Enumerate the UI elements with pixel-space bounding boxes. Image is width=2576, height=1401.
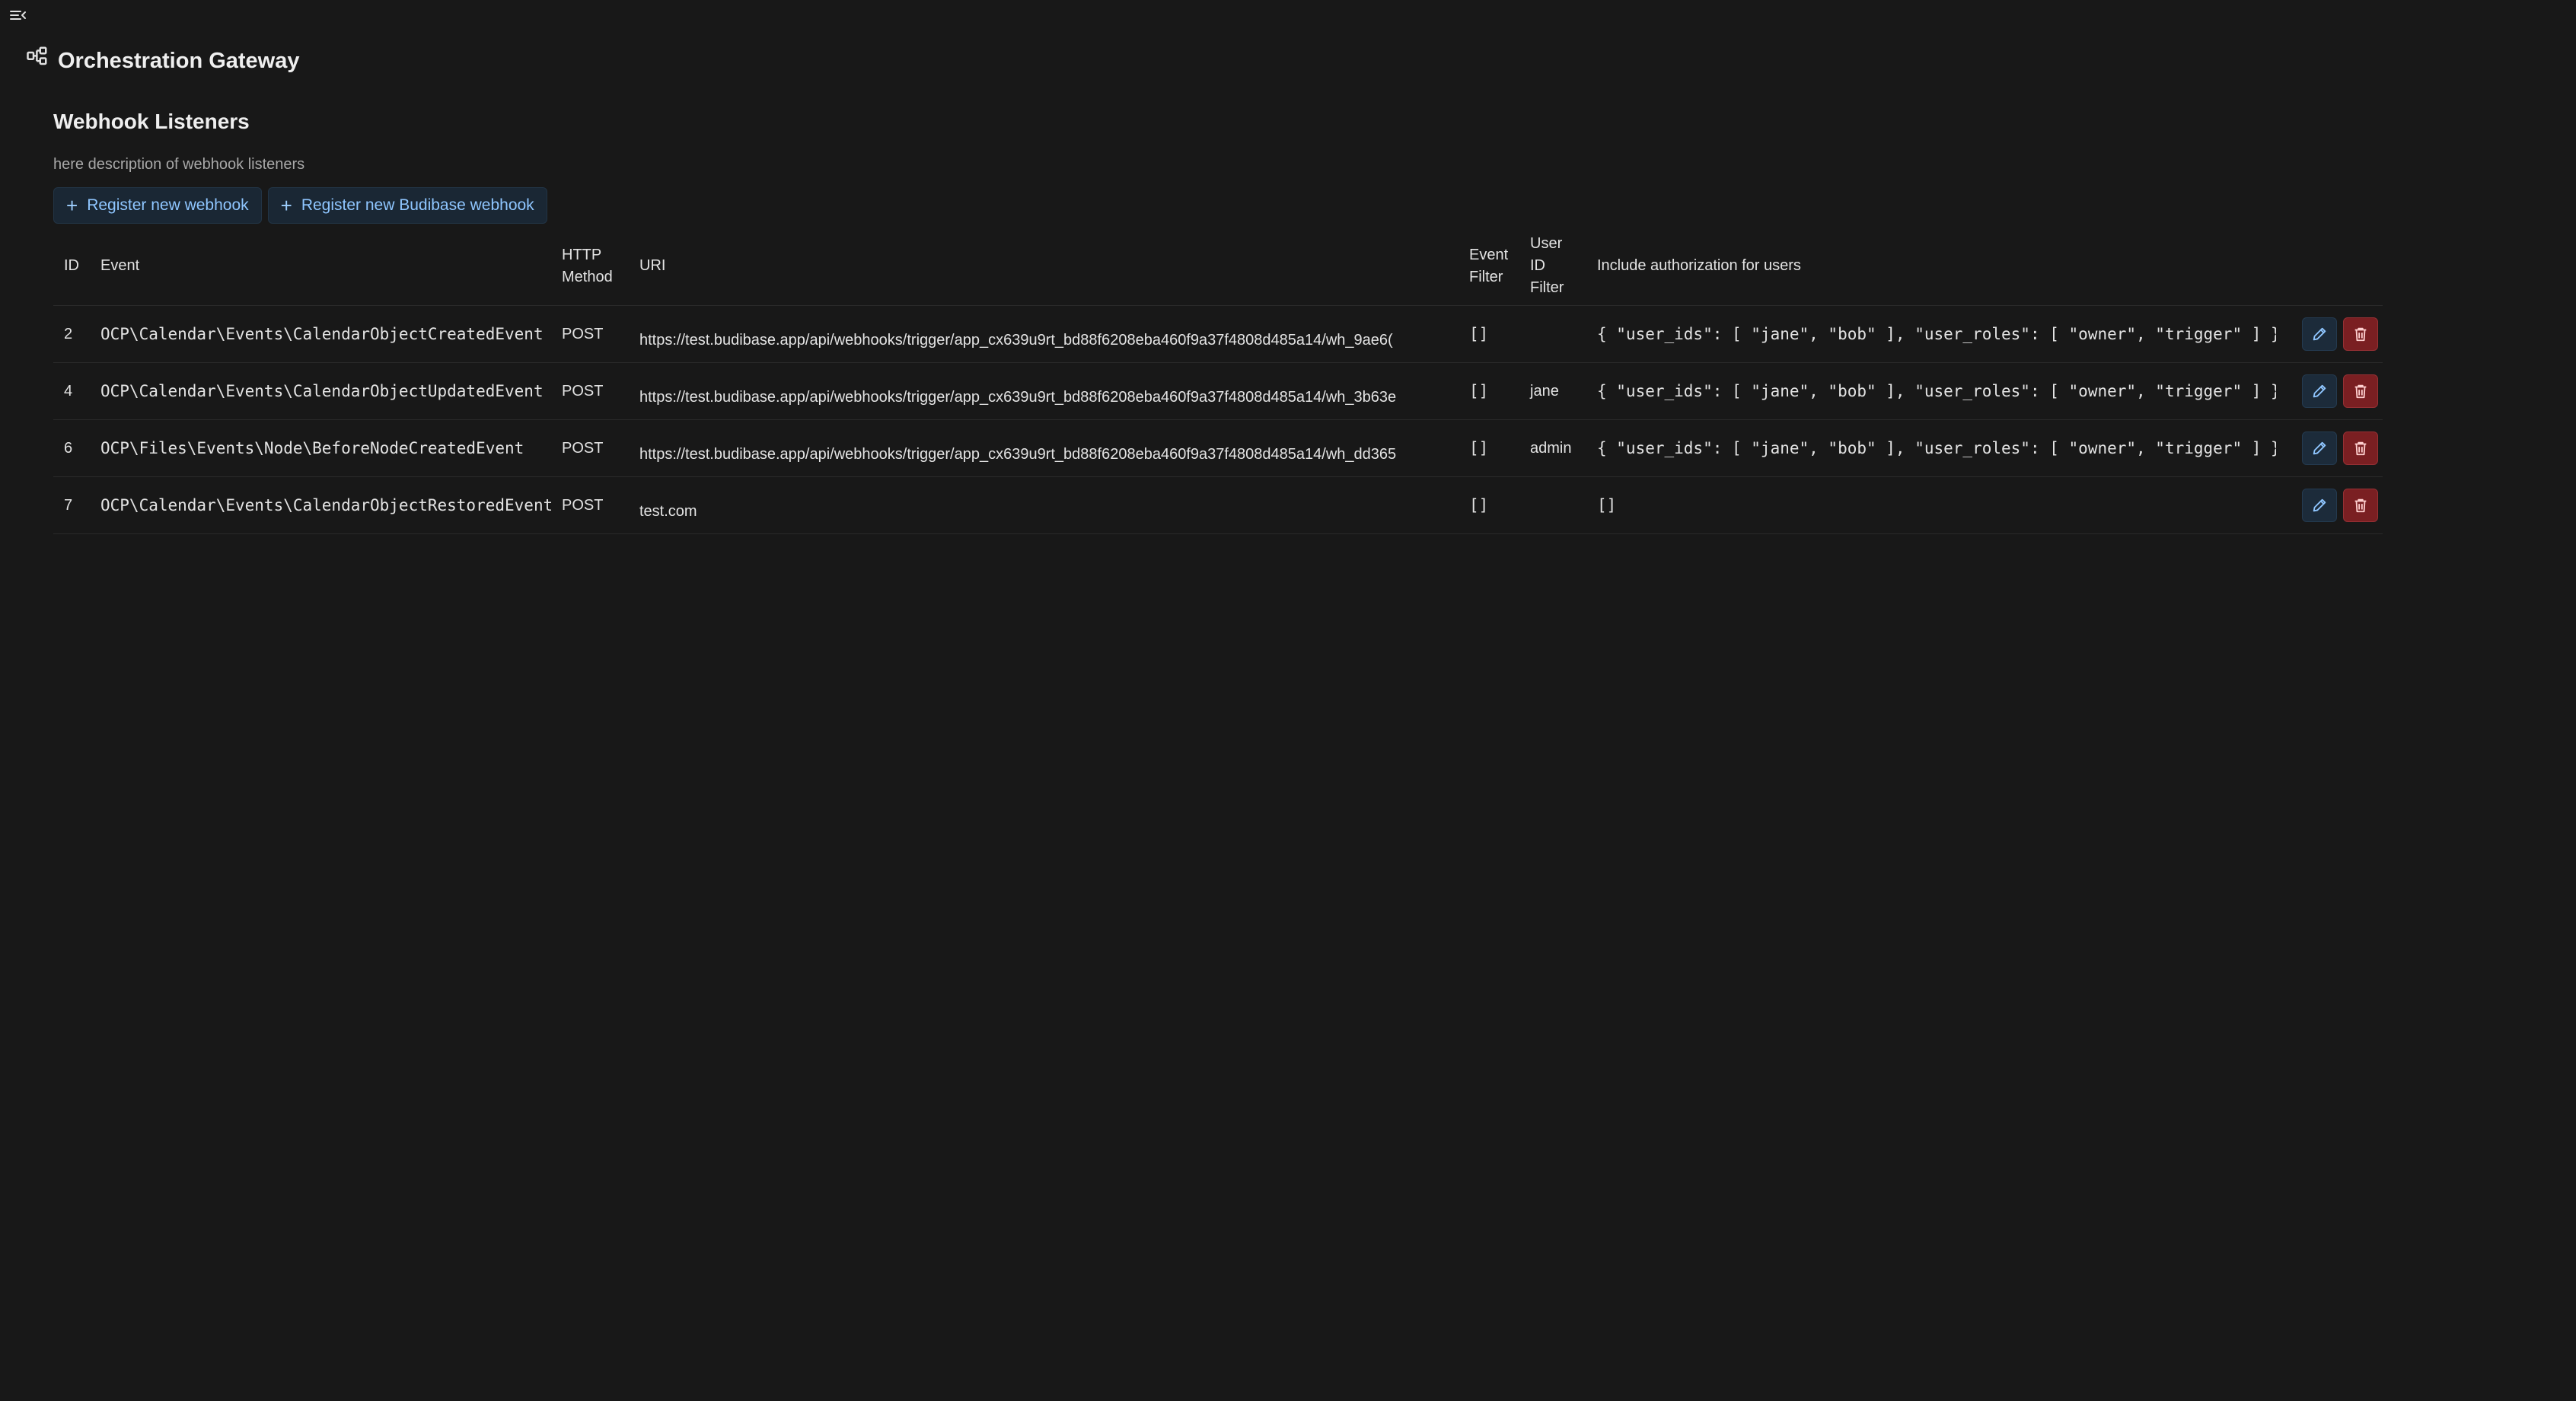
plus-icon: +	[280, 194, 292, 217]
column-header-id[interactable]: ID	[53, 227, 90, 306]
column-header-http-method[interactable]: HTTP Method	[551, 227, 629, 306]
register-webhook-label: Register new webhook	[87, 196, 249, 214]
cell-event: OCP\Files\Events\Node\BeforeNodeCreatedE…	[90, 419, 551, 477]
delete-button[interactable]	[2343, 317, 2378, 351]
edit-button[interactable]	[2302, 489, 2337, 522]
cell-method: POST	[551, 476, 629, 534]
cell-actions	[2276, 476, 2383, 534]
cell-user-id-filter	[1519, 476, 1586, 534]
cell-auth: { "user_ids": [ "jane", "bob" ], "user_r…	[1586, 305, 2276, 363]
cell-event: OCP\Calendar\Events\CalendarObjectRestor…	[90, 476, 551, 534]
trash-icon	[2354, 498, 2367, 513]
menu-collapse-icon	[10, 11, 26, 20]
plus-icon: +	[66, 194, 78, 217]
cell-method: POST	[551, 362, 629, 420]
table-header-row: ID Event HTTP Method URI Event Filter User…	[53, 227, 2383, 306]
uri-text: https://test.budibase.app/api/webhooks/t…	[639, 445, 1397, 463]
uri-text: test.com	[639, 502, 697, 520]
table-row: 4 OCP\Calendar\Events\CalendarObjectUpda…	[53, 362, 2383, 420]
main-content: Webhook Listeners here description of we…	[53, 107, 2383, 534]
cell-event-filter: []	[1459, 305, 1519, 363]
cell-id: 2	[53, 305, 90, 363]
app-title: Orchestration Gateway	[58, 48, 300, 73]
section-title: Webhook Listeners	[53, 110, 250, 133]
edit-button[interactable]	[2302, 317, 2337, 351]
edit-button[interactable]	[2302, 374, 2337, 408]
cell-user-id-filter: jane	[1519, 362, 1586, 420]
register-budibase-webhook-label: Register new Budibase webhook	[301, 196, 534, 214]
table-row: 6 OCP\Files\Events\Node\BeforeNodeCreate…	[53, 419, 2383, 477]
trash-icon	[2354, 327, 2367, 342]
column-header-uri[interactable]: URI	[629, 227, 1459, 306]
trash-icon	[2354, 441, 2367, 456]
cell-id: 7	[53, 476, 90, 534]
cell-event: OCP\Calendar\Events\CalendarObjectUpdate…	[90, 362, 551, 420]
cell-user-id-filter	[1519, 305, 1586, 363]
column-header-event-filter[interactable]: Event Filter	[1459, 227, 1519, 306]
app-header: Orchestration Gateway	[26, 44, 300, 78]
cell-actions	[2276, 305, 2383, 363]
cell-auth: { "user_ids": [ "jane", "bob" ], "user_r…	[1586, 362, 2276, 420]
cell-actions	[2276, 419, 2383, 477]
cell-uri: https://test.budibase.app/api/webhooks/t…	[629, 362, 1459, 420]
cell-uri: https://test.budibase.app/api/webhooks/t…	[629, 419, 1459, 477]
cell-method: POST	[551, 419, 629, 477]
cell-uri: https://test.budibase.app/api/webhooks/t…	[629, 305, 1459, 363]
pencil-icon	[2313, 498, 2326, 512]
uri-text: https://test.budibase.app/api/webhooks/t…	[639, 388, 1397, 406]
cell-user-id-filter: admin	[1519, 419, 1586, 477]
column-header-auth[interactable]: Include authorization for users	[1586, 227, 2276, 306]
cell-event-filter: []	[1459, 362, 1519, 420]
webhook-listeners-table: ID Event HTTP Method URI Event Filter User…	[53, 227, 2383, 534]
edit-button[interactable]	[2302, 431, 2337, 465]
delete-button[interactable]	[2343, 431, 2378, 465]
column-header-actions	[2276, 227, 2383, 306]
delete-button[interactable]	[2343, 374, 2378, 408]
cell-actions	[2276, 362, 2383, 420]
uri-text: https://test.budibase.app/api/webhooks/t…	[639, 331, 1393, 349]
section-description: here description of webhook listeners	[53, 156, 305, 173]
cell-event-filter: []	[1459, 476, 1519, 534]
table-row: 7 OCP\Calendar\Events\CalendarObjectRest…	[53, 476, 2383, 534]
pencil-icon	[2313, 384, 2326, 398]
column-header-event[interactable]: Event	[90, 227, 551, 306]
cell-id: 6	[53, 419, 90, 477]
table-row: 2 OCP\Calendar\Events\CalendarObjectCrea…	[53, 305, 2383, 363]
trash-icon	[2354, 384, 2367, 399]
cell-id: 4	[53, 362, 90, 420]
delete-button[interactable]	[2343, 489, 2378, 522]
cell-event-filter: []	[1459, 419, 1519, 477]
cell-uri: test.com	[629, 476, 1459, 534]
action-bar: + Register new webhook + Register new Bu…	[53, 187, 2383, 224]
register-webhook-button[interactable]: + Register new webhook	[53, 187, 262, 224]
cell-auth: []	[1586, 476, 2276, 534]
flow-diagram-icon	[27, 46, 47, 65]
register-budibase-webhook-button[interactable]: + Register new Budibase webhook	[267, 187, 547, 224]
pencil-icon	[2313, 441, 2326, 455]
cell-event: OCP\Calendar\Events\CalendarObjectCreate…	[90, 305, 551, 363]
cell-method: POST	[551, 305, 629, 363]
menu-toggle-button[interactable]	[9, 8, 27, 26]
pencil-icon	[2313, 327, 2326, 341]
column-header-user-id-filter[interactable]: User ID Filter	[1519, 227, 1586, 306]
cell-auth: { "user_ids": [ "jane", "bob" ], "user_r…	[1586, 419, 2276, 477]
